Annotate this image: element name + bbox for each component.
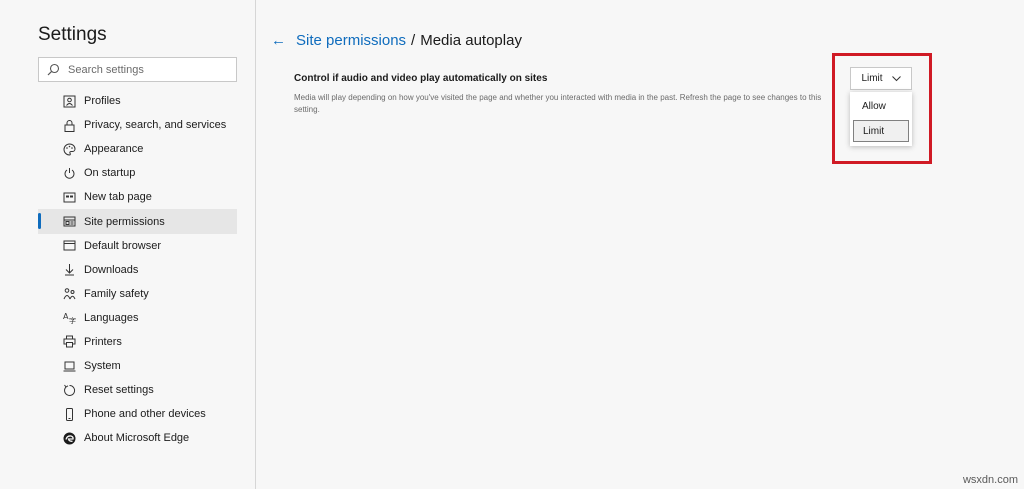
sidebar-item-printers[interactable]: Printers xyxy=(38,330,237,354)
sidebar-item-languages[interactable]: A字 Languages xyxy=(38,306,237,330)
sidebar-item-about-edge[interactable]: About Microsoft Edge xyxy=(38,426,237,450)
lock-icon xyxy=(62,118,76,132)
watermark: wsxdn.com xyxy=(962,474,1018,486)
breadcrumb-parent-link[interactable]: Site permissions xyxy=(296,32,406,49)
edge-icon xyxy=(62,431,76,445)
sidebar-item-phone-devices[interactable]: Phone and other devices xyxy=(38,402,237,426)
site-permissions-icon xyxy=(62,214,76,228)
palette-icon xyxy=(62,142,76,156)
breadcrumb-separator: / xyxy=(411,31,416,49)
sidebar-item-new-tab-page[interactable]: New tab page xyxy=(38,185,237,209)
sidebar-item-label: Downloads xyxy=(84,263,139,276)
phone-icon xyxy=(62,407,76,421)
sidebar-item-downloads[interactable]: Downloads xyxy=(38,258,237,282)
sidebar-item-label: Profiles xyxy=(84,95,121,108)
new-tab-icon xyxy=(62,190,76,204)
settings-title: Settings xyxy=(38,24,107,45)
sidebar-item-default-browser[interactable]: Default browser xyxy=(38,234,237,258)
profile-icon xyxy=(62,94,76,108)
search-input[interactable] xyxy=(68,63,228,76)
sidebar-item-label: About Microsoft Edge xyxy=(84,432,190,445)
settings-nav: Profiles Privacy, search, and services A… xyxy=(38,89,237,450)
sidebar-item-privacy[interactable]: Privacy, search, and services xyxy=(38,113,237,137)
sidebar-item-appearance[interactable]: Appearance xyxy=(38,137,237,161)
main-content: ← Site permissions / Media autoplay Cont… xyxy=(257,0,1024,489)
sidebar-item-label: Phone and other devices xyxy=(84,408,206,421)
setting-title: Control if audio and video play automati… xyxy=(294,73,548,84)
settings-sidebar: Settings Profiles Privacy, search, and s… xyxy=(0,0,256,489)
back-arrow-icon[interactable]: ← xyxy=(271,32,286,49)
sidebar-item-label: Site permissions xyxy=(84,215,165,228)
browser-icon xyxy=(62,239,76,253)
sidebar-item-site-permissions[interactable]: Site permissions xyxy=(38,209,237,234)
sidebar-item-label: New tab page xyxy=(84,191,152,204)
languages-icon: A字 xyxy=(62,311,76,325)
sidebar-item-label: Privacy, search, and services xyxy=(84,119,227,132)
sidebar-item-reset-settings[interactable]: Reset settings xyxy=(38,378,237,402)
system-icon xyxy=(62,359,76,373)
sidebar-item-family-safety[interactable]: Family safety xyxy=(38,282,237,306)
power-icon xyxy=(62,166,76,180)
family-icon xyxy=(62,287,76,301)
sidebar-item-label: Reset settings xyxy=(84,384,154,397)
svg-text:字: 字 xyxy=(69,316,76,324)
sidebar-item-label: Appearance xyxy=(84,143,144,156)
reset-icon xyxy=(62,383,76,397)
printer-icon xyxy=(62,335,76,349)
sidebar-item-label: Family safety xyxy=(84,287,149,300)
sidebar-item-label: Printers xyxy=(84,335,122,348)
sidebar-item-label: Default browser xyxy=(84,239,162,252)
setting-description: Media will play depending on how you've … xyxy=(294,93,822,114)
sidebar-item-label: Languages xyxy=(84,311,139,324)
download-icon xyxy=(62,263,76,277)
search-icon xyxy=(47,63,60,76)
sidebar-item-label: System xyxy=(84,360,121,373)
breadcrumb: ← Site permissions / Media autoplay xyxy=(271,30,522,50)
highlight-annotation xyxy=(832,53,932,164)
page-title: Media autoplay xyxy=(420,31,522,49)
sidebar-item-label: On startup xyxy=(84,167,136,180)
sidebar-item-on-startup[interactable]: On startup xyxy=(38,161,237,185)
sidebar-item-system[interactable]: System xyxy=(38,354,237,378)
search-box[interactable] xyxy=(38,57,237,82)
sidebar-item-profiles[interactable]: Profiles xyxy=(38,89,237,113)
